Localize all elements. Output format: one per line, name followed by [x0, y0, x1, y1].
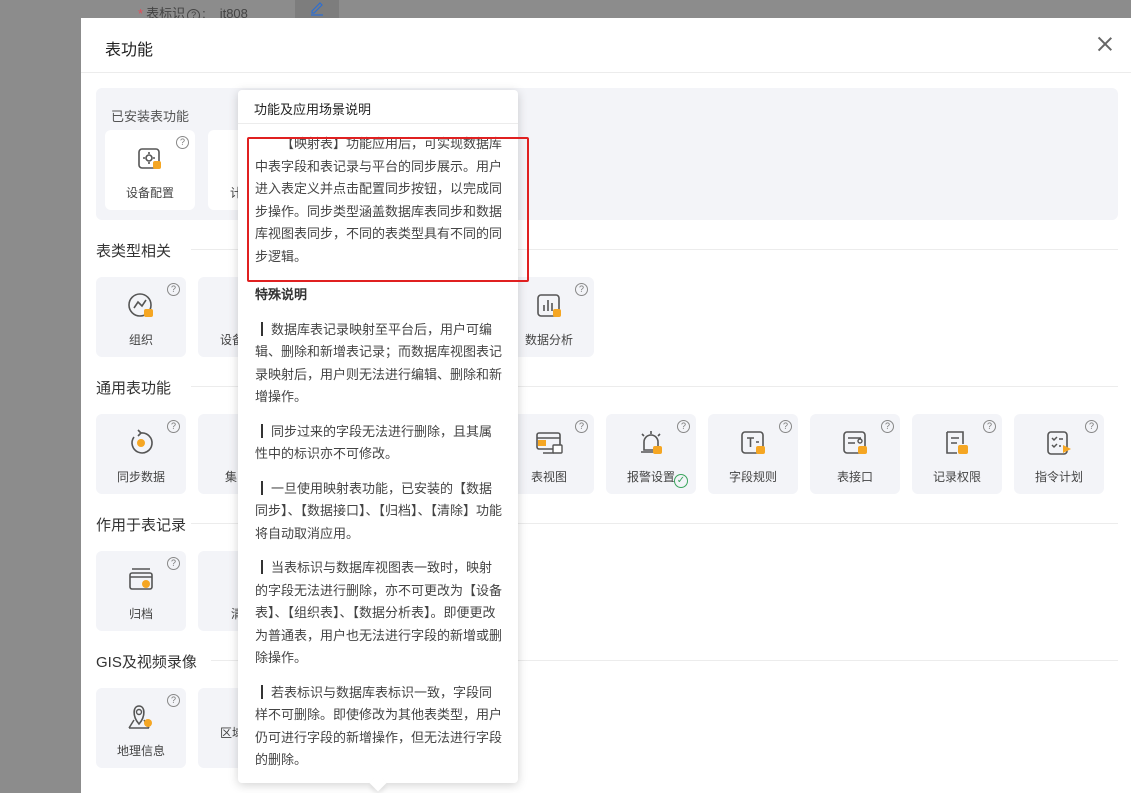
popover-note: 一旦使用映射表功能，已安装的【数据同步】、【数据接口】、【归档】、【清除】功能将… — [255, 478, 502, 546]
note-text: 当表标识与数据库视图表一致时，映射的字段无法进行删除，亦不可更改为【设备表】、【… — [255, 560, 503, 665]
help-icon[interactable]: ? — [167, 283, 180, 296]
help-icon[interactable]: ? — [983, 420, 996, 433]
feature-card-archive[interactable]: ? 归档 — [96, 551, 186, 631]
close-icon[interactable] — [1095, 34, 1115, 54]
popover-note: 当表标识与数据库视图表一致时，映射的字段无法进行删除，亦不可更改为【设备表】、【… — [255, 557, 502, 670]
installed-features-title: 已安装表功能 — [111, 109, 190, 124]
note-text: 同步过来的字段无法进行删除，且其属性中的标识亦不可修改。 — [255, 423, 493, 462]
note-text: 若表标识与数据库表标识一致，字段同样不可删除。即使修改为其他表类型，用户仍可进行… — [255, 684, 503, 768]
highlight-annotation — [247, 137, 529, 282]
field-rule-icon — [738, 428, 768, 458]
modal-title: 表功能 — [105, 42, 154, 59]
popover-title: 功能及应用场景说明 — [238, 90, 518, 124]
note-text: 一旦使用映射表功能，已安装的【数据同步】、【数据接口】、【归档】、【清除】功能将… — [255, 480, 503, 541]
note-bar — [261, 560, 263, 574]
data-analysis-icon — [534, 291, 564, 321]
help-icon[interactable]: ? — [575, 420, 588, 433]
org-icon — [126, 291, 156, 321]
alarm-icon — [636, 428, 666, 458]
feature-card-label: 指令计划 — [1034, 470, 1083, 484]
note-bar — [261, 684, 263, 699]
modal-header: 表功能 — [81, 18, 1131, 73]
feature-card-label: 字段规则 — [728, 470, 777, 484]
note-bar — [261, 423, 263, 438]
help-icon[interactable]: ? — [881, 420, 894, 433]
help-icon[interactable]: ? — [167, 420, 180, 433]
table-view-icon — [534, 428, 564, 458]
section-title-gis: GIS及视频录像 — [96, 654, 197, 671]
table-api-icon — [840, 428, 870, 458]
feature-card-sync[interactable]: ? 同步数据 — [96, 414, 186, 494]
device-config-icon — [135, 144, 165, 174]
sync-icon — [126, 428, 156, 458]
feature-card-label: 表接口 — [836, 470, 873, 484]
feature-card-record-permission[interactable]: ? 记录权限 — [912, 414, 1002, 494]
popover-note: 数据库表记录映射至平台后，用户可编辑、删除和新增表记录；而数据库视图表记录映射后… — [255, 319, 502, 409]
feature-card-table-api[interactable]: ? 表接口 — [810, 414, 900, 494]
feature-card-label: 记录权限 — [932, 470, 981, 484]
geo-icon — [126, 702, 156, 732]
feature-card-command-plan[interactable]: ? 指令计划 — [1014, 414, 1104, 494]
note-bar — [261, 480, 263, 495]
feature-card-alarm[interactable]: ? 报警设置 ✓ — [606, 414, 696, 494]
feature-card-field-rule[interactable]: ? 字段规则 — [708, 414, 798, 494]
note-text: 数据库表记录映射至平台后，用户可编辑、删除和新增表记录；而数据库视图表记录映射后… — [255, 321, 503, 405]
record-permission-icon — [942, 428, 972, 458]
installed-check-icon: ✓ — [674, 474, 688, 488]
help-icon[interactable]: ? — [779, 420, 792, 433]
command-plan-icon — [1044, 428, 1074, 458]
feature-card-org[interactable]: ? 组织 — [96, 277, 186, 357]
popover-note: 若表标识与数据库表标识一致，字段同样不可删除。即使修改为其他表类型，用户仍可进行… — [255, 682, 502, 772]
help-icon[interactable]: ? — [575, 283, 588, 296]
feature-card-device-config[interactable]: ? 设备配置 — [105, 130, 195, 210]
feature-card-label: 同步数据 — [116, 470, 165, 484]
help-icon[interactable]: ? — [176, 136, 189, 149]
section-title-table-type: 表类型相关 — [96, 243, 172, 260]
feature-card-label: 地理信息 — [116, 744, 165, 758]
help-icon[interactable]: ? — [1085, 420, 1098, 433]
feature-card-label: 设备配置 — [125, 186, 174, 200]
help-icon[interactable]: ? — [167, 557, 180, 570]
feature-card-geo[interactable]: ? 地理信息 — [96, 688, 186, 768]
note-bar — [261, 321, 263, 336]
help-icon[interactable]: ? — [167, 694, 180, 707]
section-title-records: 作用于表记录 — [96, 517, 187, 534]
popover-note: 同步过来的字段无法进行删除，且其属性中的标识亦不可修改。 — [255, 421, 502, 466]
section-title-common: 通用表功能 — [96, 380, 172, 397]
archive-icon — [126, 565, 156, 595]
help-icon[interactable]: ? — [677, 420, 690, 433]
edit-icon[interactable] — [295, 0, 339, 18]
feature-card-label: 组织 — [128, 333, 153, 347]
feature-card-label: 归档 — [128, 607, 153, 621]
popover-special-title: 特殊说明 — [255, 287, 308, 302]
